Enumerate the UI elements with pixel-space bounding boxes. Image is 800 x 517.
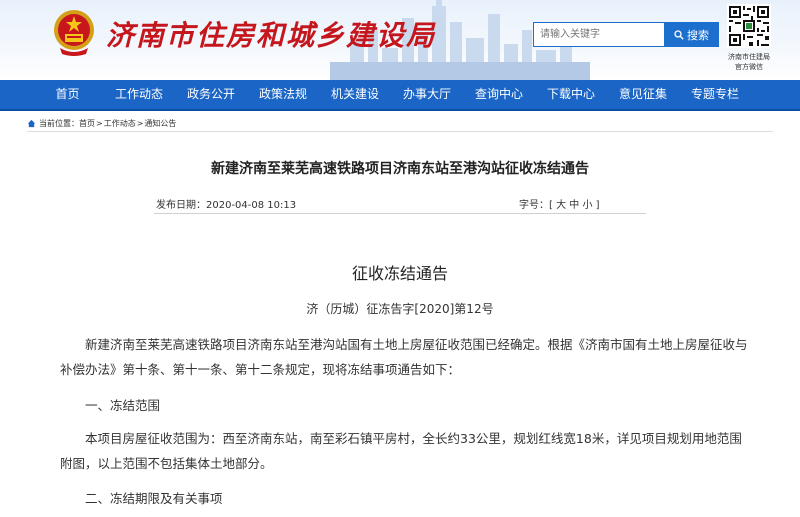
- nav-item-feedback[interactable]: 意见征集: [607, 80, 679, 109]
- font-size-small[interactable]: 小: [582, 200, 592, 211]
- nav-item-organization[interactable]: 机关建设: [319, 80, 391, 109]
- nav-item-government-affairs[interactable]: 政务公开: [175, 80, 247, 109]
- breadcrumb: 当前位置： 首页 > 工作动态 > 通知公告: [27, 116, 176, 130]
- home-icon: [27, 119, 36, 127]
- nav-item-policies[interactable]: 政策法规: [247, 80, 319, 109]
- nav-item-query-center[interactable]: 查询中心: [463, 80, 535, 109]
- nav-item-home[interactable]: 首页: [32, 80, 103, 109]
- search-button[interactable]: 搜索: [664, 22, 719, 47]
- publish-date-value: 2020-04-08 10:13: [206, 200, 297, 211]
- search-box: 搜索: [533, 22, 719, 47]
- breadcrumb-notices[interactable]: 通知公告: [144, 118, 176, 129]
- qr-caption-line2: 官方微信: [735, 63, 763, 71]
- publish-date: 发布日期：2020-04-08 10:13: [156, 196, 296, 211]
- breadcrumb-label: 当前位置：: [39, 118, 79, 128]
- font-size-label: 字号：: [519, 200, 549, 211]
- site-header: 济南市住房和城乡建设局 搜索: [0, 0, 800, 80]
- meta-divider: [154, 213, 646, 214]
- font-size-medium[interactable]: 中: [569, 200, 579, 211]
- nav-item-special-topics[interactable]: 专题专栏: [679, 80, 751, 109]
- qr-code-icon: [727, 4, 771, 48]
- breadcrumb-divider: [27, 131, 773, 132]
- font-size-large[interactable]: 大: [556, 200, 566, 211]
- document-number: 济（历城）征冻告字[2020]第12号: [306, 302, 494, 316]
- nav-item-service-hall[interactable]: 办事大厅: [391, 80, 463, 109]
- font-size-switcher: 字号：[ 大 中 小 ]: [519, 200, 600, 211]
- publish-date-label: 发布日期：: [156, 200, 206, 211]
- site-title: 济南市住房和城乡建设局: [106, 19, 437, 52]
- qr-caption-line1: 济南市住建局: [728, 53, 770, 61]
- breadcrumb-work-news[interactable]: 工作动态: [104, 118, 136, 129]
- nav-item-download-center[interactable]: 下载中心: [535, 80, 607, 109]
- section-heading-scope: 一、冻结范围: [85, 398, 161, 413]
- breadcrumb-home[interactable]: 首页: [79, 118, 95, 129]
- wechat-qr-block: 济南市住建局 官方微信: [723, 4, 775, 72]
- search-icon: [674, 29, 684, 40]
- paragraph-scope: 本项目房屋征收范围为：西至济南东站，南至彩石镇平房村，全长约33公里，规划红线宽…: [60, 431, 742, 471]
- document-heading: 征收冻结通告: [351, 264, 448, 283]
- paragraph-intro: 新建济南至莱芜高速铁路项目济南东站至港沟站国有土地上房屋征收范围已经确定。根据《…: [60, 337, 748, 377]
- search-input[interactable]: [533, 22, 664, 47]
- breadcrumb-separator: >: [96, 118, 103, 128]
- search-button-label: 搜索: [687, 28, 709, 42]
- section-heading-period: 二、冻结期限及有关事项: [85, 491, 223, 506]
- nav-item-work-news[interactable]: 工作动态: [103, 80, 175, 109]
- breadcrumb-separator: >: [136, 118, 144, 128]
- article-title: 新建济南至莱芜高速铁路项目济南东站至港沟站征收冻结通告: [211, 161, 589, 177]
- national-emblem-icon: [54, 10, 94, 56]
- main-nav: 首页 工作动态 政务公开 政策法规 机关建设 办事大厅 查询中心 下载中心 意见…: [0, 80, 800, 111]
